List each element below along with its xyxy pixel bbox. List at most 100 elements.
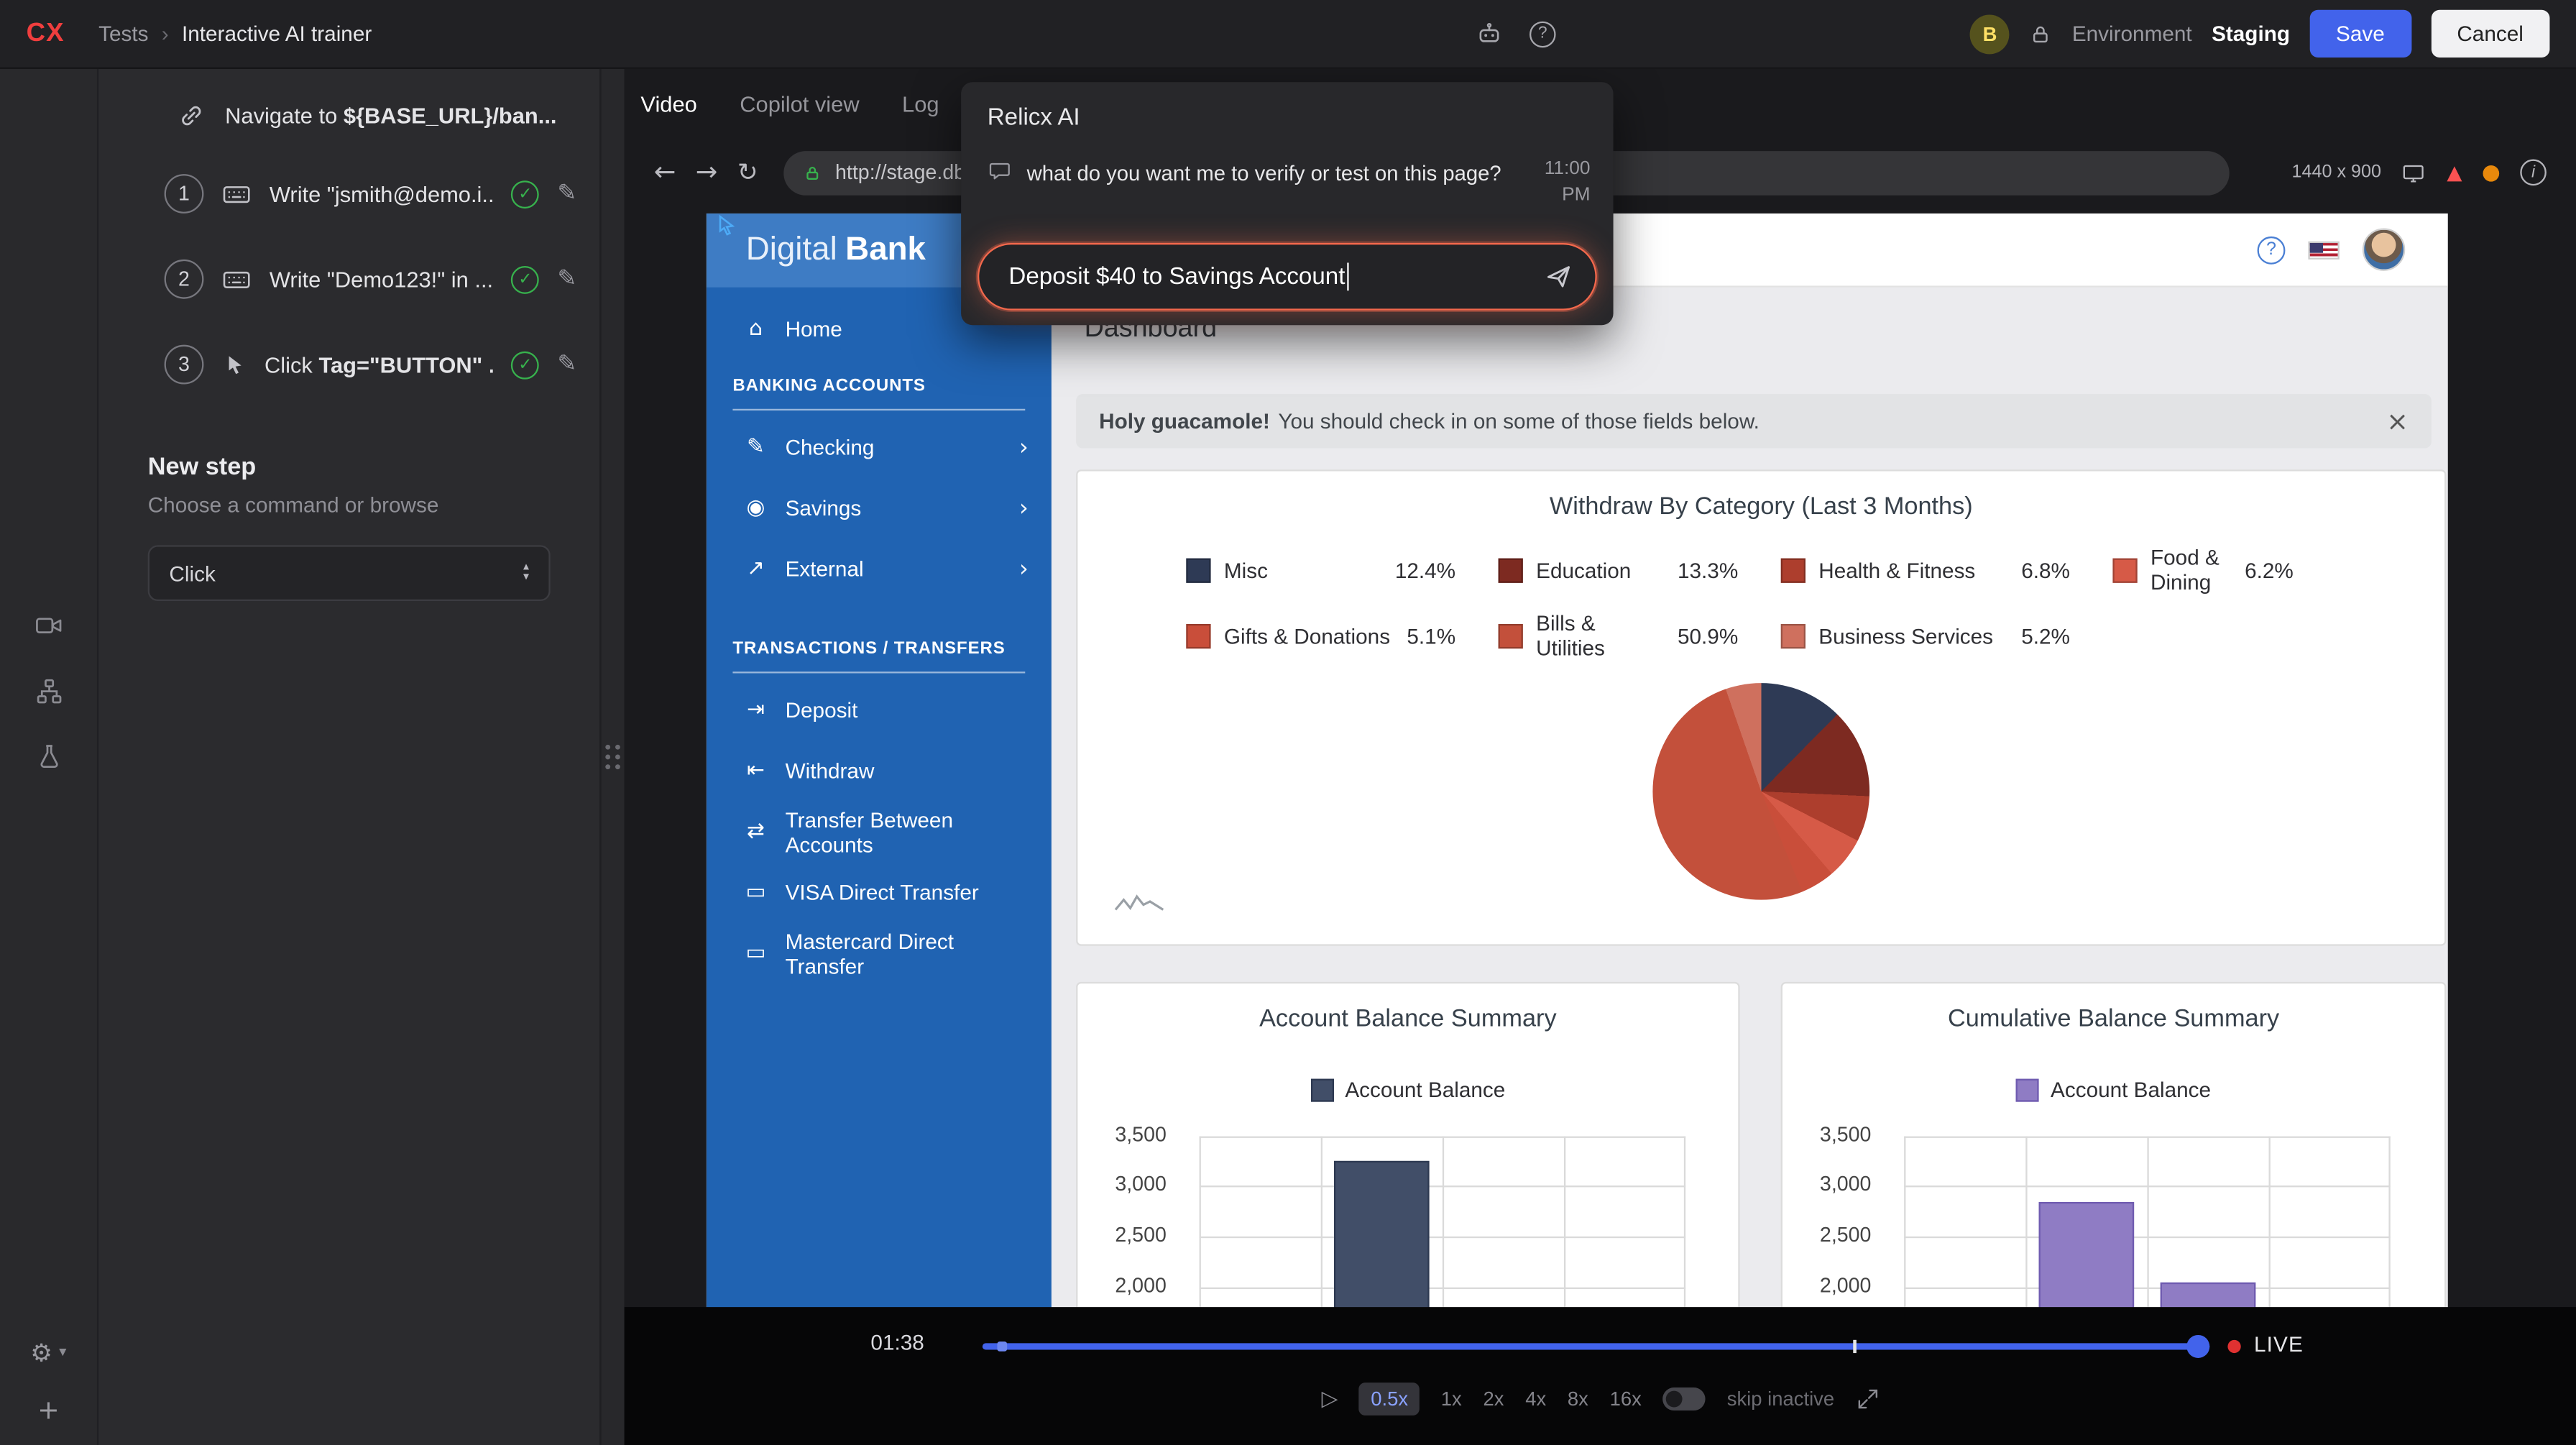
status-dot-icon[interactable]: ● bbox=[2482, 160, 2501, 185]
edit-step-icon[interactable]: ✎ bbox=[557, 266, 576, 293]
tab-copilot-view[interactable]: Copilot view bbox=[740, 91, 859, 116]
legend-swatch bbox=[1499, 623, 1523, 648]
bank-help-icon[interactable]: ? bbox=[2258, 236, 2286, 264]
bank-logo-bold: Bank bbox=[845, 231, 926, 270]
home-icon: ⌂ bbox=[742, 316, 769, 341]
skip-inactive-toggle[interactable] bbox=[1663, 1387, 1706, 1410]
edit-step-icon[interactable]: ✎ bbox=[557, 180, 576, 207]
monitor-icon[interactable] bbox=[2401, 160, 2427, 185]
speed-16x[interactable]: 16x bbox=[1610, 1387, 1642, 1410]
speed-2x[interactable]: 2x bbox=[1483, 1387, 1504, 1410]
app-logo[interactable]: CX bbox=[27, 19, 99, 48]
bank-nav-withdraw[interactable]: ⇤ Withdraw bbox=[707, 740, 1052, 802]
play-icon[interactable]: ▷ bbox=[1322, 1387, 1338, 1411]
test-steps-panel: Navigate to ${BASE_URL}/ban... 1 Write "… bbox=[98, 69, 599, 1445]
y-axis-label: 3,000 bbox=[1820, 1173, 1872, 1196]
step-label: Click Tag="BUTTON" ... bbox=[264, 352, 493, 377]
legend-percent: 5.2% bbox=[2021, 623, 2070, 648]
legend-swatch bbox=[1781, 557, 1806, 582]
breadcrumb: Tests › Interactive AI trainer bbox=[98, 22, 372, 46]
environment-value[interactable]: Staging bbox=[2212, 22, 2290, 46]
remote-browser-viewport[interactable]: Digital Bank ⌂ Home BANKING ACCOUNTS ✎ C… bbox=[707, 214, 2448, 1317]
new-step-section: New step Choose a command or browse Clic… bbox=[98, 453, 599, 601]
view-tabs: Video Copilot view Log bbox=[625, 69, 939, 138]
bank-nav-savings[interactable]: ◉ Savings › bbox=[707, 478, 1052, 539]
pie-chart bbox=[1652, 683, 1869, 899]
flows-icon[interactable] bbox=[34, 676, 63, 706]
legend-percent: 6.8% bbox=[2021, 557, 2070, 582]
us-flag-icon[interactable] bbox=[2308, 241, 2339, 259]
speed-1x[interactable]: 1x bbox=[1441, 1387, 1462, 1410]
scrubber-handle[interactable] bbox=[2186, 1335, 2209, 1358]
bank-nav-label: VISA Direct Transfer bbox=[786, 880, 979, 904]
new-step-title: New step bbox=[148, 453, 551, 481]
account-balance-chart: Account Balance Summary Account Balance … bbox=[1076, 982, 1739, 1317]
transfer-icon: ⇄ bbox=[742, 820, 769, 844]
command-select[interactable]: Click ▴▾ bbox=[148, 545, 551, 601]
bank-nav-visa-transfer[interactable]: ▭ VISA Direct Transfer bbox=[707, 862, 1052, 923]
ssl-lock-icon bbox=[804, 163, 822, 181]
edit-step-icon[interactable]: ✎ bbox=[557, 352, 576, 378]
speed-0.5x[interactable]: 0.5x bbox=[1359, 1382, 1420, 1416]
bank-logo-light: Digital bbox=[746, 231, 837, 270]
topbar-center-icons: ? bbox=[1476, 19, 1556, 47]
speed-8x[interactable]: 8x bbox=[1568, 1387, 1588, 1410]
cancel-button[interactable]: Cancel bbox=[2431, 10, 2550, 58]
user-avatar[interactable]: B bbox=[1970, 14, 2010, 53]
settings-row[interactable]: ⚙ ▾ bbox=[30, 1339, 66, 1368]
bank-nav-label: Savings bbox=[786, 496, 862, 520]
bank-user-avatar[interactable] bbox=[2363, 228, 2405, 270]
remote-cursor-icon bbox=[713, 214, 737, 238]
bank-nav-deposit[interactable]: ⇥ Deposit bbox=[707, 680, 1052, 741]
recordings-icon[interactable] bbox=[34, 611, 63, 641]
step-row-1[interactable]: 1 Write "jsmith@demo.i..." ✓ ✎ bbox=[98, 151, 599, 237]
bank-nav-external[interactable]: ↗ External › bbox=[707, 538, 1052, 600]
bank-nav-transfer[interactable]: ⇄ Transfer Between Accounts bbox=[707, 802, 1052, 863]
step-row-3[interactable]: 3 Click Tag="BUTTON" ... ✓ ✎ bbox=[98, 322, 599, 408]
legend-swatch bbox=[1186, 623, 1210, 648]
chat-bubble-icon bbox=[988, 160, 1012, 184]
drag-handle[interactable] bbox=[605, 745, 620, 769]
live-dot bbox=[2227, 1340, 2240, 1353]
assistant-icon[interactable] bbox=[1476, 19, 1504, 47]
bank-sidebar: Digital Bank ⌂ Home BANKING ACCOUNTS ✎ C… bbox=[707, 214, 1052, 1317]
live-label: LIVE bbox=[2254, 1331, 2304, 1356]
warning-icon[interactable]: ▲ bbox=[2447, 161, 2462, 184]
navigate-step[interactable]: Navigate to ${BASE_URL}/ban... bbox=[98, 79, 599, 151]
save-button[interactable]: Save bbox=[2309, 10, 2411, 58]
bank-nav-checking[interactable]: ✎ Checking › bbox=[707, 417, 1052, 478]
panel-resize-divider[interactable] bbox=[599, 69, 624, 1445]
bar-chart-body: 3,5003,0002,5002,000 bbox=[1782, 1127, 2444, 1317]
info-icon[interactable]: i bbox=[2520, 160, 2547, 186]
new-step-subtitle: Choose a command or browse bbox=[148, 492, 551, 517]
bank-nav-label: Checking bbox=[786, 435, 875, 459]
send-icon[interactable] bbox=[1545, 262, 1573, 290]
breadcrumb-tests[interactable]: Tests bbox=[98, 22, 148, 46]
progress-track[interactable] bbox=[983, 1340, 2209, 1353]
bank-nav-label: Deposit bbox=[786, 698, 858, 722]
alert-close-icon[interactable]: × bbox=[2386, 405, 2409, 436]
playback-time: 01:38 bbox=[870, 1330, 924, 1354]
assistant-input[interactable]: Deposit $40 to Savings Account bbox=[978, 243, 1597, 311]
test-lab-icon[interactable] bbox=[34, 742, 63, 771]
legend-percent: 6.2% bbox=[2245, 557, 2294, 582]
gear-icon[interactable]: ⚙ bbox=[30, 1339, 52, 1368]
reload-icon[interactable]: ↻ bbox=[737, 157, 758, 187]
step-number: 1 bbox=[165, 174, 204, 214]
text-caret bbox=[1347, 262, 1349, 290]
forward-icon[interactable]: → bbox=[696, 160, 718, 186]
card-icon: ▭ bbox=[742, 941, 769, 965]
back-icon[interactable]: ← bbox=[654, 160, 676, 186]
speed-4x[interactable]: 4x bbox=[1525, 1387, 1546, 1410]
tab-log[interactable]: Log bbox=[902, 91, 939, 116]
help-icon[interactable]: ? bbox=[1530, 21, 1556, 47]
bank-nav-mastercard-transfer[interactable]: ▭ Mastercard Direct Transfer bbox=[707, 923, 1052, 984]
event-marker bbox=[1854, 1340, 1857, 1353]
bank-content: Dashboard Holy guacamole! You should che… bbox=[1052, 288, 2448, 1317]
bar bbox=[2039, 1201, 2135, 1317]
fullscreen-icon[interactable] bbox=[1856, 1387, 1879, 1410]
add-icon[interactable]: + bbox=[37, 1394, 60, 1425]
tab-video[interactable]: Video bbox=[640, 91, 696, 116]
alert-bold-text: Holy guacamole! bbox=[1099, 409, 1270, 434]
step-row-2[interactable]: 2 Write "Demo123!" in ... ✓ ✎ bbox=[98, 237, 599, 322]
